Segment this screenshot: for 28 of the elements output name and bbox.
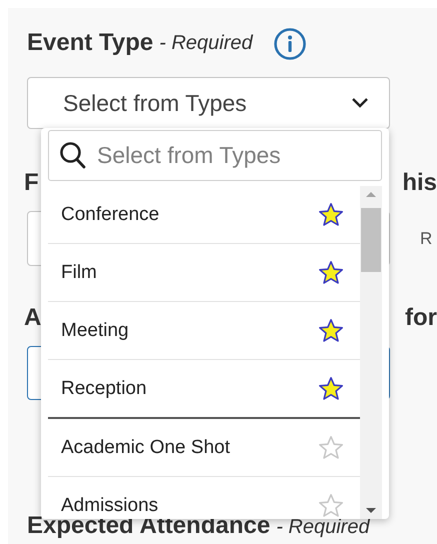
field-label: Expected Attendance bbox=[27, 512, 270, 539]
filled-star-icon[interactable] bbox=[318, 202, 344, 228]
field-text: R bbox=[420, 228, 432, 248]
scroll-thumb[interactable] bbox=[361, 208, 381, 272]
type-option[interactable]: Meeting bbox=[48, 302, 360, 360]
required-note: - Required bbox=[276, 516, 370, 538]
filled-star-icon[interactable] bbox=[318, 260, 344, 286]
chevron-icon bbox=[351, 97, 369, 109]
filled-star-icon[interactable] bbox=[318, 376, 344, 402]
section-heading: F bbox=[24, 169, 39, 197]
search-icon bbox=[59, 140, 87, 170]
search-input[interactable]: Select from Types bbox=[97, 142, 367, 169]
required-note: - Required bbox=[159, 32, 253, 54]
outline-star-icon[interactable] bbox=[318, 434, 344, 460]
type-select[interactable]: Select from Types bbox=[27, 77, 390, 129]
scrollbar[interactable] bbox=[360, 186, 382, 519]
filled-star-icon[interactable] bbox=[318, 318, 344, 344]
section-heading: his bbox=[402, 169, 437, 197]
outline-star-icon[interactable] bbox=[318, 492, 344, 518]
type-option[interactable]: Film bbox=[48, 244, 360, 302]
type-option[interactable]: Reception bbox=[48, 360, 360, 417]
section-heading: A bbox=[24, 304, 42, 332]
search-box[interactable]: Select from Types bbox=[48, 130, 382, 181]
type-option[interactable]: Conference bbox=[48, 186, 360, 244]
info-icon[interactable] bbox=[272, 27, 307, 61]
type-option[interactable]: Academic One Shot bbox=[48, 419, 360, 477]
section-heading: for bbox=[405, 304, 437, 332]
field-label: Event Type bbox=[27, 29, 154, 57]
